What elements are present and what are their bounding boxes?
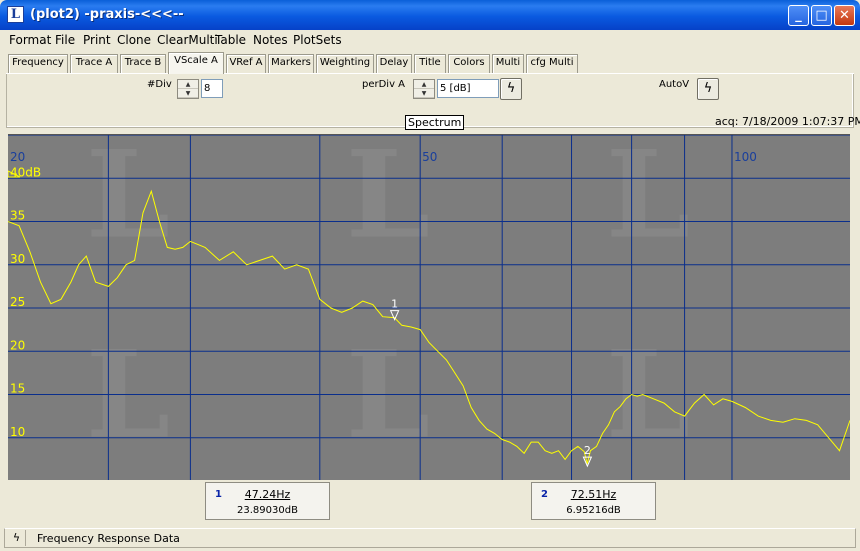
menu-bar: Format File Print Clone ClearMulti Table…	[4, 30, 856, 50]
marker-2-label: 2	[584, 444, 591, 457]
tab-colors[interactable]: Colors	[448, 54, 490, 73]
window-title: (plot2) -praxis-<<<--	[30, 7, 184, 22]
perdiv-label: perDiv A	[362, 79, 406, 90]
spin-down-icon[interactable]: ▼	[178, 89, 198, 98]
menu-file[interactable]: File	[55, 33, 75, 47]
tab-vscale-a[interactable]: VScale A	[168, 52, 224, 74]
spin-up-icon[interactable]: ▲	[178, 80, 198, 89]
x-tick-label: 20	[10, 150, 25, 164]
title-bar[interactable]: L (plot2) -praxis-<<<-- _ □ ✕	[0, 0, 860, 30]
tab-weighting[interactable]: Weighting	[316, 54, 374, 73]
spin-down-icon[interactable]: ▼	[414, 89, 434, 98]
menu-format[interactable]: Format	[9, 33, 51, 47]
tab-vref-a[interactable]: VRef A	[226, 54, 266, 73]
marker-readout-bar: 1 47.24Hz 23.89030dB 2 72.51Hz 6.95216dB	[8, 480, 850, 522]
tab-markers[interactable]: Markers	[268, 54, 314, 73]
spin-up-icon[interactable]: ▲	[414, 80, 434, 89]
tab-frequency[interactable]: Frequency	[8, 54, 68, 73]
marker-value: 6.95216dB	[566, 505, 621, 516]
status-bar: ϟ Frequency Response Data	[4, 528, 856, 548]
y-tick-label: 20	[10, 338, 25, 352]
perdiv-spinner[interactable]: ▲ ▼	[413, 79, 435, 99]
perdiv-apply-bolt-icon[interactable]: ϟ	[500, 78, 522, 100]
status-text: Frequency Response Data	[37, 532, 180, 545]
marker-1-readout[interactable]: 1 47.24Hz 23.89030dB	[205, 482, 330, 520]
x-tick-label: 100	[734, 150, 757, 164]
div-input[interactable]: 8	[201, 79, 223, 98]
marker-frequency[interactable]: 72.51Hz	[532, 488, 655, 501]
marker-2-readout[interactable]: 2 72.51Hz 6.95216dB	[531, 482, 656, 520]
div-label: #Div	[147, 79, 172, 90]
perdiv-input[interactable]: 5 [dB]	[437, 79, 499, 98]
autov-label: AutoV	[659, 79, 690, 90]
x-tick-label: 50	[422, 150, 437, 164]
tab-title[interactable]: Title	[414, 54, 446, 73]
plot-title: Spectrum	[405, 115, 465, 130]
tab-delay[interactable]: Delay	[376, 54, 412, 73]
tab-trace-b[interactable]: Trace B	[120, 54, 166, 73]
marker-frequency[interactable]: 47.24Hz	[206, 488, 329, 501]
menu-print[interactable]: Print	[83, 33, 111, 47]
tab-trace-a[interactable]: Trace A	[70, 54, 118, 73]
y-tick-label: 30	[10, 252, 25, 266]
maximize-button[interactable]: □	[811, 5, 832, 26]
spectrum-chart[interactable]: L L LL L L20 50 10040dB35302520151012	[8, 135, 850, 480]
menu-clone[interactable]: Clone	[117, 33, 151, 47]
acquisition-timestamp: acq: 7/18/2009 1:07:37 PM	[715, 115, 860, 128]
tab-multi[interactable]: Multi	[492, 54, 524, 73]
y-tick-label: 15	[10, 382, 25, 396]
spectrum-plot[interactable]: L L L L L L 20 50 100 40dB 35 30 25 20 15 10 1 2	[8, 134, 850, 480]
menu-clearmulti[interactable]: ClearMulti	[157, 33, 218, 47]
watermark-logo-2: L	[606, 135, 690, 266]
watermark-logo-0: L	[86, 135, 170, 266]
autov-bolt-icon[interactable]: ϟ	[697, 78, 719, 100]
menu-notes[interactable]: Notes	[253, 33, 288, 47]
menu-plotsets[interactable]: PlotSets	[293, 33, 342, 47]
tab-cfg-multi[interactable]: cfg Multi	[526, 54, 578, 73]
close-button[interactable]: ✕	[834, 5, 855, 26]
marker-value: 23.89030dB	[237, 505, 298, 516]
status-bolt-icon[interactable]: ϟ	[8, 530, 26, 546]
y-tick-label: 10	[10, 425, 25, 439]
menu-table[interactable]: Table	[215, 33, 246, 47]
y-tick-label: 25	[10, 295, 25, 309]
y-tick-label: 35	[10, 209, 25, 223]
tab-strip: Frequency Trace A Trace B VScale A VRef …	[6, 52, 854, 74]
app-icon: L	[7, 6, 24, 23]
watermark-logo-1: L	[346, 135, 430, 266]
minimize-button[interactable]: _	[788, 5, 809, 26]
div-spinner[interactable]: ▲ ▼	[177, 79, 199, 99]
marker-1-label: 1	[391, 298, 398, 311]
